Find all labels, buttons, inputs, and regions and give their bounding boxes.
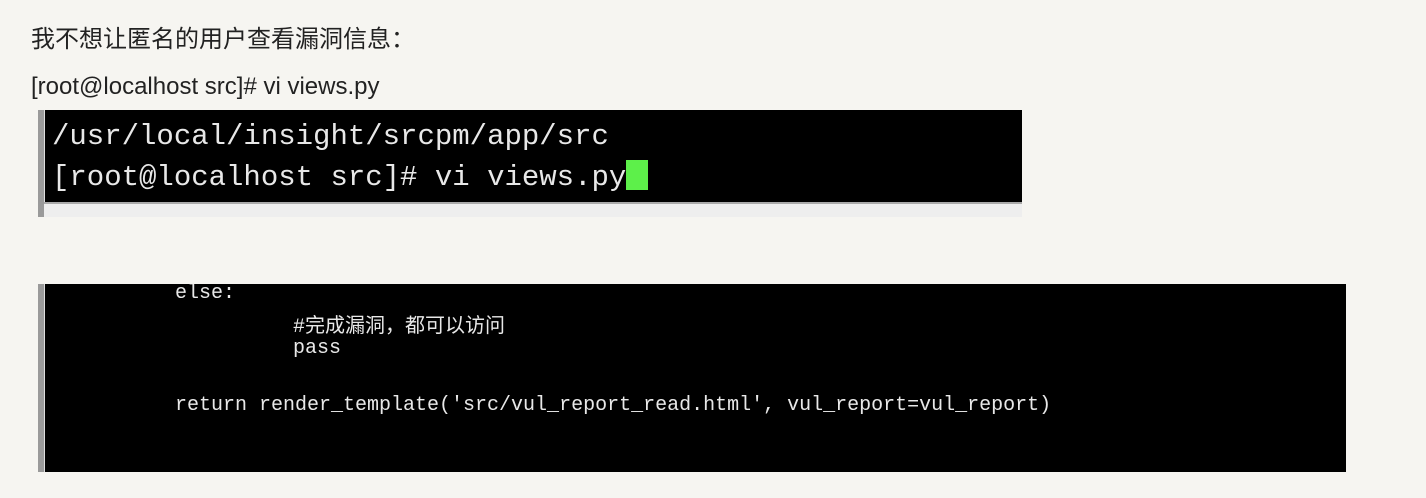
code-line: #完成漏洞，都可以访问 xyxy=(293,316,506,339)
intro-text: 我不想让匿名的用户查看漏洞信息： xyxy=(31,26,415,53)
terminal-left-border xyxy=(38,110,45,217)
terminal-line-text: [root@localhost src]# vi views.py xyxy=(52,161,627,194)
terminal-line: [root@localhost src]# vi views.py xyxy=(52,160,649,194)
command-text: [root@localhost src]# vi views.py xyxy=(31,73,380,100)
terminal-line: /usr/local/insight/srcpm/app/src xyxy=(52,120,609,153)
terminal-screenshot-1: /usr/local/insight/srcpm/app/src [root@l… xyxy=(38,110,1022,217)
terminal-left-border xyxy=(38,284,45,472)
code-line: pass xyxy=(293,337,342,360)
terminal-status-strip xyxy=(44,202,1022,217)
code-line: return render_template('src/vul_report_r… xyxy=(175,394,1052,417)
code-line: else: xyxy=(175,284,236,305)
cursor-icon xyxy=(626,160,649,190)
terminal-screenshot-2: else: #完成漏洞，都可以访问 pass return render_tem… xyxy=(38,284,1346,472)
